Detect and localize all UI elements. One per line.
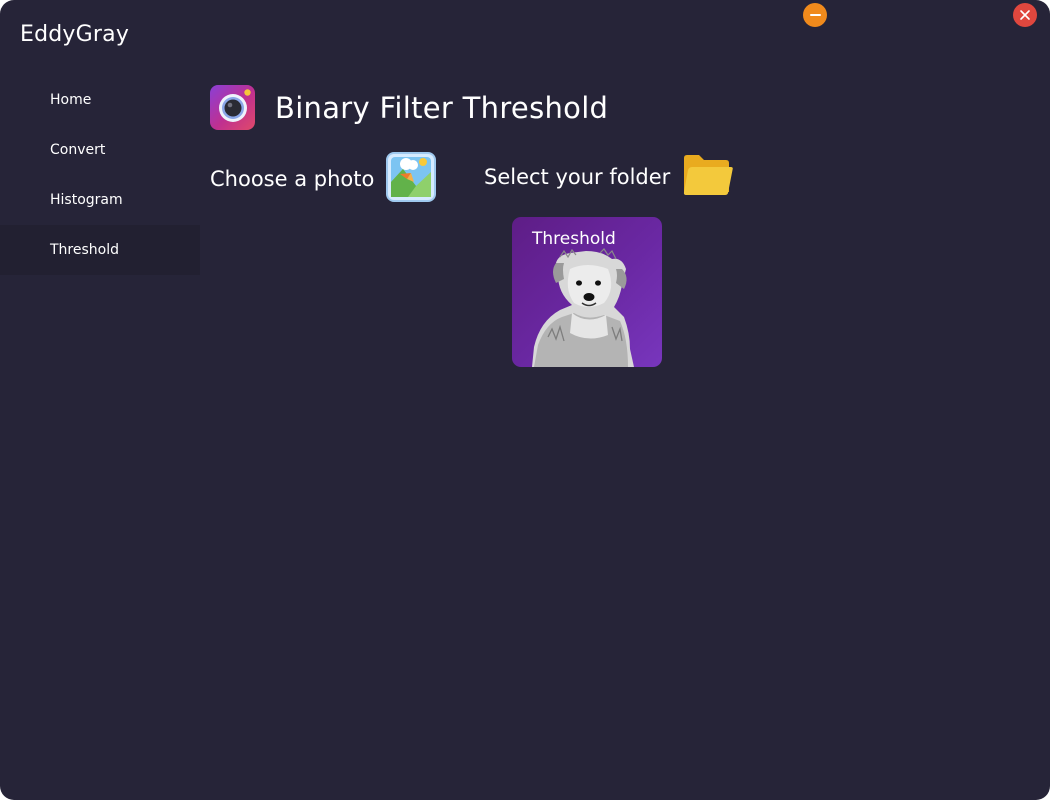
close-button[interactable] [1013, 3, 1037, 27]
x-icon [1020, 10, 1030, 20]
sidebar-item-label: Threshold [50, 242, 119, 258]
sidebar-item-histogram[interactable]: Histogram [0, 175, 200, 225]
sidebar-item-label: Histogram [50, 192, 123, 208]
page-header: Binary Filter Threshold [210, 85, 608, 130]
minimize-button[interactable] [803, 3, 827, 27]
select-folder-label: Select your folder [484, 165, 671, 189]
app-window: EddyGray Home Convert Histogram Threshol… [0, 0, 1050, 800]
choose-photo-row: Choose a photo [210, 152, 437, 206]
card-label: Threshold [532, 229, 616, 249]
image-picture-icon [386, 152, 437, 202]
page-title: Binary Filter Threshold [275, 90, 609, 125]
choose-photo-button[interactable] [386, 152, 437, 206]
sidebar-item-label: Home [50, 92, 92, 108]
minus-icon [809, 14, 821, 16]
select-folder-row: Select your folder [484, 152, 734, 202]
choose-photo-label: Choose a photo [210, 167, 375, 191]
folder-icon [684, 155, 734, 195]
sidebar: Home Convert Histogram Threshold [0, 75, 200, 275]
app-title: EddyGray [20, 22, 130, 47]
sidebar-item-convert[interactable]: Convert [0, 125, 200, 175]
sidebar-item-label: Convert [50, 142, 106, 158]
sidebar-item-threshold[interactable]: Threshold [0, 225, 200, 275]
threshold-card[interactable]: Threshold [512, 217, 662, 367]
camera-icon [210, 85, 255, 130]
sidebar-item-home[interactable]: Home [0, 75, 200, 125]
select-folder-button[interactable] [682, 152, 734, 202]
